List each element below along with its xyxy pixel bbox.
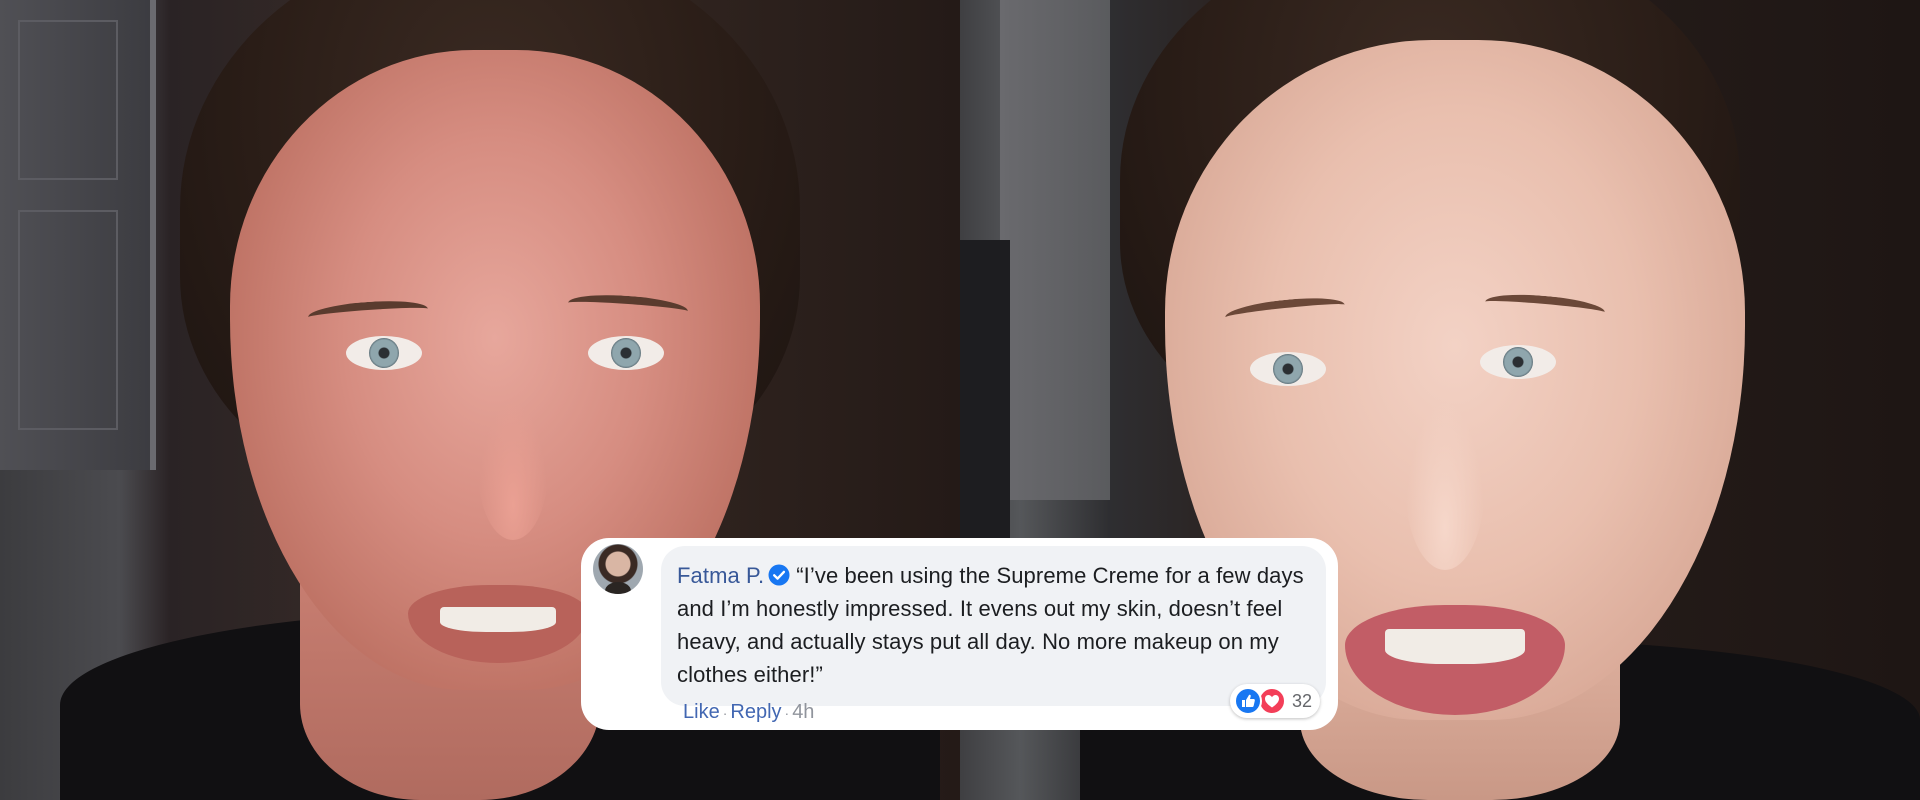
timestamp[interactable]: 4h xyxy=(792,701,814,724)
separator: · xyxy=(784,705,790,721)
right-eye xyxy=(588,336,664,370)
author-name[interactable]: Fatma P. xyxy=(677,563,764,588)
reactions-summary[interactable]: 32 xyxy=(1229,684,1320,718)
like-react-icon xyxy=(1233,687,1262,715)
reaction-count: 32 xyxy=(1291,690,1312,711)
reply-link[interactable]: Reply xyxy=(730,701,781,724)
love-react-icon xyxy=(1257,687,1286,715)
background-door xyxy=(0,0,156,470)
left-eye xyxy=(346,336,422,370)
like-link[interactable]: Like xyxy=(683,701,720,724)
nose xyxy=(1405,400,1485,570)
separator: · xyxy=(722,705,728,721)
right-eye xyxy=(1480,345,1556,379)
comment-bubble: Fatma P. “I’ve been using the Supreme Cre… xyxy=(661,546,1326,718)
avatar[interactable] xyxy=(593,544,643,594)
left-eye xyxy=(1250,352,1326,386)
comment-actions: Like · Reply · 4h xyxy=(683,701,814,724)
comment-card: Fatma P. “I’ve been using the Supreme Cre… xyxy=(581,538,1338,730)
comment-body: Fatma P. “I’ve been using the Supreme Cre… xyxy=(677,559,1310,691)
verified-check-icon xyxy=(768,564,790,586)
background-wall xyxy=(1000,0,1110,500)
ad-creative: Fatma P. “I’ve been using the Supreme Cre… xyxy=(0,0,1920,800)
nose xyxy=(478,400,548,540)
